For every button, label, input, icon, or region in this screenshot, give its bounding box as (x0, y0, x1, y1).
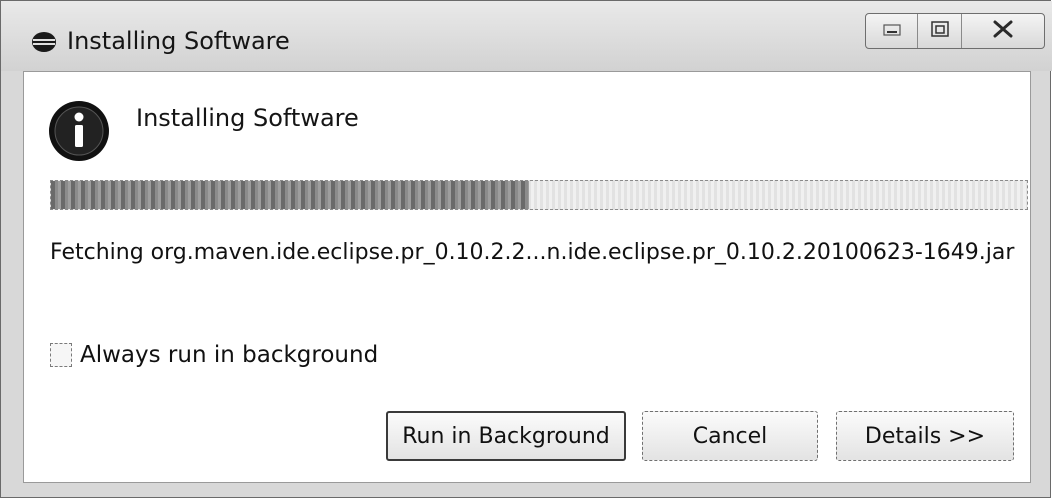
eclipse-icon (31, 31, 57, 53)
dialog-content: Installing Software Fetching org.maven.i… (23, 71, 1031, 483)
info-icon (48, 100, 110, 162)
checkbox-label: Always run in background (80, 342, 379, 368)
window-title: Installing Software (67, 27, 290, 55)
close-button[interactable] (962, 14, 1044, 48)
run-in-background-button[interactable]: Run in Background (386, 411, 626, 461)
always-run-in-background-checkbox[interactable] (50, 343, 72, 367)
restore-button[interactable] (918, 14, 962, 48)
minimize-icon (882, 22, 902, 41)
dialog-header: Installing Software (136, 104, 359, 132)
restore-icon (930, 20, 950, 42)
status-text: Fetching org.maven.ide.eclipse.pr_0.10.2… (50, 240, 1015, 265)
details-button[interactable]: Details >> (836, 411, 1014, 461)
always-run-in-background-option[interactable]: Always run in background (50, 342, 378, 368)
close-icon (992, 19, 1014, 43)
minimize-button[interactable] (866, 14, 918, 48)
installing-software-dialog: Installing Software Installing Software … (0, 0, 1052, 498)
cancel-button[interactable]: Cancel (642, 411, 818, 461)
window-controls (865, 13, 1045, 49)
progress-fill (51, 181, 530, 209)
progress-bar (50, 180, 1028, 210)
title-bar[interactable]: Installing Software (1, 1, 1052, 71)
